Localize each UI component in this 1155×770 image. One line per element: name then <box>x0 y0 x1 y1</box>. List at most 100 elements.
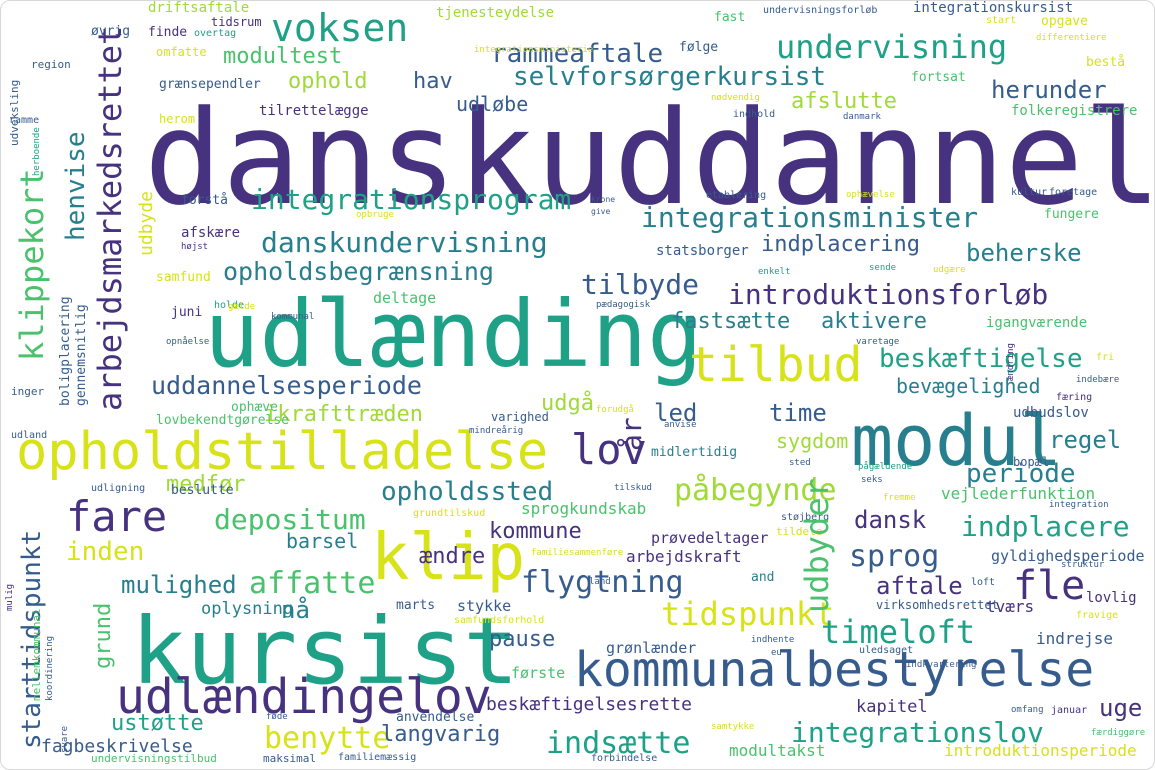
word: uge <box>1099 694 1143 722</box>
word: beslutte <box>171 483 234 498</box>
word: indhente <box>751 635 795 645</box>
word: januar <box>1051 705 1088 716</box>
word: eu <box>771 648 782 658</box>
word: omfatte <box>156 45 207 59</box>
word: timeloft <box>821 613 976 651</box>
word: voksen <box>271 6 409 50</box>
word: tjenesteydelse <box>436 5 555 21</box>
word: dansk <box>854 506 927 534</box>
word: fungere <box>1044 207 1099 222</box>
word: gælde <box>228 302 256 312</box>
word: indrejse <box>1036 629 1114 648</box>
word: første <box>511 664 566 682</box>
word: modultest <box>223 44 343 69</box>
word: statsborger <box>656 243 749 259</box>
word: indplacere <box>961 510 1130 543</box>
word: krone <box>591 195 616 204</box>
word: danskundervisning <box>261 226 548 259</box>
word: ophævelse <box>846 190 895 200</box>
word: kommunal <box>271 312 315 322</box>
word: integrationsprogram <box>251 183 572 216</box>
word: afskære <box>181 225 241 241</box>
word: bestå <box>1086 55 1126 70</box>
word: lovlig <box>1086 590 1137 606</box>
word: føde <box>266 712 288 722</box>
word: pågældende <box>858 462 913 472</box>
word: udbudslov <box>1013 405 1089 421</box>
word: mulig <box>5 583 15 611</box>
word: benytte <box>264 721 391 756</box>
word: inger <box>11 385 45 398</box>
word: folkeregistrere <box>1011 103 1138 119</box>
word: beskæftigelse <box>879 344 1083 374</box>
word: indkvartering <box>906 660 977 670</box>
word: koordinering <box>45 635 55 701</box>
word: danmark <box>843 112 881 122</box>
word: opbruge <box>356 210 394 220</box>
word: undervisningstilbud <box>91 752 217 765</box>
word: færdiggøre <box>1091 728 1146 738</box>
word: udbyde <box>136 190 157 256</box>
word: prøvedeltager <box>651 529 769 547</box>
word: ophold <box>288 69 368 94</box>
word: introduktionsforløb <box>728 278 1049 311</box>
word: marts <box>396 598 436 613</box>
word: midlertidig <box>651 445 738 460</box>
word: kommune <box>489 519 582 544</box>
word: juni <box>171 305 203 320</box>
word: mindreårig <box>469 426 524 436</box>
word: anvise <box>664 420 697 430</box>
word: fast <box>714 10 746 25</box>
word: udbyder <box>798 478 836 613</box>
word: integrationsminister <box>641 201 979 234</box>
word: indhold <box>733 109 776 120</box>
word: følge <box>679 40 719 55</box>
word: aktivere <box>821 309 927 334</box>
word: udland <box>11 430 48 441</box>
word: fortsat <box>911 70 966 85</box>
word: højst <box>181 242 209 252</box>
word: svare <box>60 725 70 753</box>
word: kapitel <box>856 697 928 717</box>
word: boligplacering <box>58 296 73 406</box>
word: foretage <box>1049 187 1098 198</box>
word: sende <box>869 263 897 273</box>
word: familiemæssig <box>338 752 417 763</box>
word: selvforsørgerkursist <box>513 62 827 92</box>
word: sprog <box>849 539 940 574</box>
word: aftale <box>876 572 963 600</box>
word: år <box>615 417 648 451</box>
word: undervisningsforløb <box>763 5 878 16</box>
word: omfang <box>1011 705 1044 715</box>
word: tilbyde <box>581 268 700 301</box>
word: anvendelse <box>396 710 475 725</box>
word: maksimal <box>263 752 316 765</box>
word: sygdom <box>776 429 849 453</box>
word: herom <box>159 112 196 126</box>
word: oplysning <box>201 599 294 619</box>
word: fare <box>66 492 168 541</box>
word: mellemkommunal <box>30 608 43 701</box>
word: varighed <box>491 410 549 424</box>
word: uddannelsesperiode <box>151 371 422 400</box>
word: beskæftigelsesrette <box>486 694 692 715</box>
word: forstå <box>181 193 228 208</box>
word: pause <box>489 627 556 652</box>
word: finde <box>148 25 188 40</box>
word: familiesammenføre <box>531 548 624 558</box>
word: indplacering <box>761 232 920 257</box>
word: forbindelse <box>591 753 658 764</box>
word: afslutte <box>791 89 897 114</box>
word-cloud: danskuddannelse kursist udlænding modul … <box>0 0 1155 770</box>
word: time <box>769 399 827 427</box>
word: herunder <box>991 76 1107 104</box>
word: tilbud <box>689 337 863 393</box>
word: integrationskursist <box>913 0 1074 16</box>
word: fravige <box>1076 610 1119 621</box>
word: varetage <box>856 337 900 347</box>
word: udligning <box>91 483 146 494</box>
word: udgære <box>933 265 966 275</box>
word: etablering <box>706 190 767 201</box>
word: region <box>31 58 71 71</box>
word: enkelt <box>758 267 791 277</box>
